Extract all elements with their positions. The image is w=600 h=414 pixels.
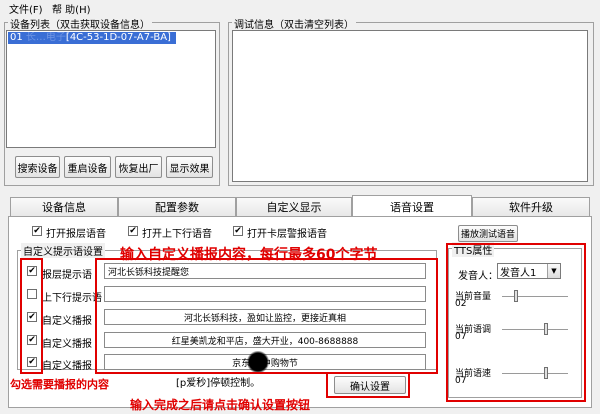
tab-custom-display[interactable]: 自定义显示	[236, 197, 352, 217]
play-test-voice-button[interactable]: 播放测试语音	[458, 225, 518, 242]
custom-prompt-label: 自定义提示语设置	[21, 243, 105, 258]
device-row-number: 01	[10, 32, 23, 43]
tab-voice-settings[interactable]: 语音设置	[352, 195, 472, 218]
updown-voice-checkbox[interactable]: ✔	[128, 226, 138, 236]
restart-device-button[interactable]: 重启设备	[64, 156, 111, 178]
device-row[interactable]: 01 长…电子[4C-53-1D-07-A7-BA]	[8, 32, 176, 44]
row3-label: 自定义播报	[42, 316, 92, 327]
annotation-left-text: 勾选需要播报的内容	[10, 378, 109, 391]
annotation-bottom-text: 输入完成之后请点击确认设置按钮	[130, 398, 311, 412]
annotation-top-text: 输入自定义播报内容，每行最多60个字节	[120, 247, 378, 263]
updown-voice-label: 打开上下行语音	[142, 229, 212, 240]
tab-software-upgrade[interactable]: 软件升级	[472, 197, 590, 217]
device-row-name: 长…电子	[25, 32, 66, 43]
stuck-alarm-checkbox[interactable]: ✔	[233, 226, 243, 236]
row1-label: 报层提示语	[42, 270, 92, 281]
debug-info-textarea[interactable]	[232, 30, 588, 182]
device-list-label: 设备列表（双击获取设备信息）	[8, 16, 152, 31]
debug-info-label: 调试信息（双击清空列表）	[232, 16, 356, 31]
row5-label: 自定义播报	[42, 361, 92, 372]
annotation-inputs-box	[95, 258, 438, 374]
annotation-confirm-box	[326, 372, 410, 398]
floor-voice-checkbox[interactable]: ✔	[32, 226, 42, 236]
floor-voice-label: 打开报层语音	[46, 229, 106, 240]
tab-device-info[interactable]: 设备信息	[10, 197, 118, 217]
device-listbox[interactable]: 01 长…电子[4C-53-1D-07-A7-BA]	[6, 30, 216, 148]
factory-reset-button[interactable]: 恢复出厂	[115, 156, 162, 178]
row4-label: 自定义播报	[42, 339, 92, 350]
menu-help[interactable]: 帮 助(H)	[52, 1, 91, 16]
search-device-button[interactable]: 搜索设备	[15, 156, 60, 178]
tab-config-params[interactable]: 配置参数	[118, 197, 236, 217]
pause-control-note: [p爱秒]停顿控制。	[176, 378, 261, 389]
menu-file[interactable]: 文件(F)	[9, 1, 43, 16]
menu-bar: 文件(F) 帮 助(H)	[0, 0, 600, 16]
annotation-checkbox-box	[20, 258, 43, 374]
stuck-alarm-label: 打开卡层警报语音	[247, 229, 327, 240]
device-row-mac: [4C-53-1D-07-A7-BA]	[65, 32, 171, 43]
annotation-tts-box	[446, 243, 586, 402]
row2-label: 上下行提示语	[42, 293, 102, 304]
show-effect-button[interactable]: 显示效果	[166, 156, 213, 178]
